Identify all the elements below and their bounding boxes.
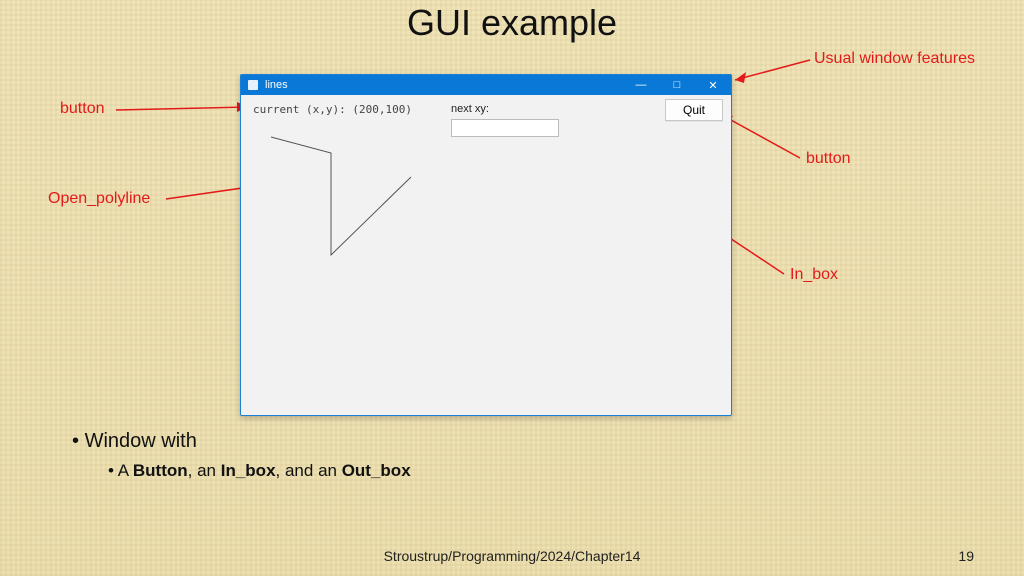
bullet-list: Window with A Button, an In_box, and an …	[72, 430, 411, 481]
next-xy-label: next xy:	[451, 103, 489, 115]
app-icon	[247, 79, 259, 91]
close-icon[interactable]: ✕	[695, 75, 731, 95]
titlebar[interactable]: lines — □ ✕	[241, 75, 731, 95]
minimize-icon[interactable]: —	[623, 75, 659, 95]
slide-number: 19	[958, 548, 974, 564]
annotation-button-left: button	[60, 100, 104, 118]
annotation-in-box: In_box	[790, 266, 838, 284]
window-title: lines	[265, 79, 288, 91]
bullet-line-2: A Button, an In_box, and an Out_box	[108, 461, 411, 481]
annotation-button-right: button	[806, 150, 850, 168]
bullet-line-1: Window with	[72, 430, 411, 453]
slide-title: GUI example	[0, 2, 1024, 44]
window-client-area: current (x,y): (200,100) next xy: Quit	[241, 95, 731, 415]
current-xy-outbox: current (x,y): (200,100)	[253, 103, 412, 116]
annotation-open-polyline: Open_polyline	[48, 190, 150, 208]
maximize-icon[interactable]: □	[659, 75, 695, 95]
quit-button[interactable]: Quit	[665, 99, 723, 121]
open-polyline-shape	[241, 95, 731, 415]
app-window: lines — □ ✕ current (x,y): (200,100) nex…	[240, 74, 732, 416]
annotation-window-features: Usual window features	[814, 50, 975, 68]
next-xy-input[interactable]	[451, 119, 559, 137]
slide-footer: Stroustrup/Programming/2024/Chapter14	[0, 548, 1024, 564]
